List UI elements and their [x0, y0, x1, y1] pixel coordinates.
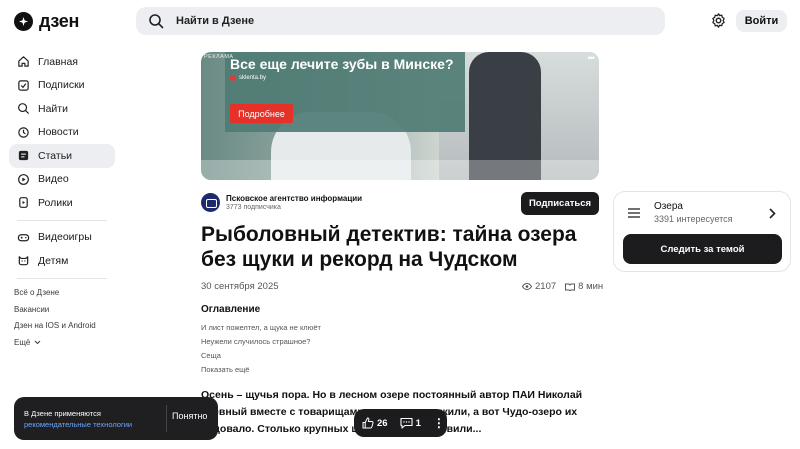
dzen-logo[interactable]: дзен — [14, 11, 79, 32]
likes-count: 26 — [377, 417, 388, 429]
sidebar-item-videogames[interactable]: Видеоигры — [9, 226, 115, 250]
search-input[interactable] — [176, 15, 576, 27]
publisher-subscribers: 3773 подписчика — [226, 204, 281, 211]
kids-icon — [18, 256, 29, 266]
sidebar-item-label: Найти — [38, 102, 68, 115]
cookie-divider — [166, 405, 167, 432]
article-title: Рыболовный детектив: тайна озера без щук… — [201, 223, 577, 271]
comments-count: 1 — [415, 417, 421, 429]
thumbs-up-icon — [362, 417, 374, 429]
eye-icon — [522, 283, 532, 290]
gamepad-icon — [17, 233, 30, 242]
link-mobile-apps[interactable]: Дзен на IOS и Android — [14, 318, 115, 335]
chevron-down-icon — [34, 340, 41, 345]
toc-item[interactable]: И лист пожелтел, а щука не клюёт — [201, 320, 321, 334]
video-icon — [18, 173, 29, 185]
sidebar-item-shorts[interactable]: Ролики — [9, 191, 115, 215]
cookie-text: В Дзене применяются рекомендательные тех… — [24, 408, 132, 430]
toc-item[interactable]: Сеща — [201, 348, 321, 362]
link-more-label: Ещё — [14, 337, 31, 347]
sidebar-item-video[interactable]: Видео — [9, 168, 115, 192]
subscribe-button[interactable]: Подписаться — [521, 192, 599, 215]
ad-more-options-icon[interactable]: ••• — [588, 53, 596, 63]
article-meta: 2107 8 мин — [522, 281, 603, 292]
sidebar-item-label: Видео — [38, 173, 69, 186]
ad-title: Все еще лечите зубы в Минске? — [230, 56, 454, 72]
publisher-name: Псковское агентство информации — [226, 194, 363, 203]
read-time: 8 мин — [565, 281, 603, 292]
sidebar-divider — [17, 277, 107, 279]
sidebar-item-label: Новости — [38, 126, 79, 139]
login-button[interactable]: Войти — [736, 10, 787, 32]
cookie-recommendations-link[interactable]: рекомендательные технологии — [24, 419, 132, 430]
ad-source: sklenta.by — [230, 75, 266, 81]
sidebar-item-kids[interactable]: Детям — [9, 249, 115, 273]
chevron-right-icon[interactable] — [768, 208, 776, 219]
sidebar-item-subscriptions[interactable]: Подписки — [9, 74, 115, 98]
footer-links: Всё о Дзене Вакансии Дзен на IOS и Andro… — [9, 285, 115, 351]
toc-show-more[interactable]: Показать ещё — [201, 362, 321, 376]
ad-banner[interactable]: РЕКЛАМА Все еще лечите зубы в Минске? sk… — [201, 52, 599, 180]
search-icon — [149, 14, 164, 29]
logo-text: дзен — [39, 11, 80, 31]
topic-followers: 3391 интересуется — [654, 214, 733, 224]
sidebar-item-label: Видеоигры — [38, 231, 92, 244]
settings-gear-icon[interactable] — [710, 12, 727, 29]
cookie-accept-button[interactable]: Понятно — [172, 411, 207, 421]
ad-source-label: sklenta.by — [239, 75, 267, 81]
views-counter: 2107 — [522, 281, 556, 292]
topic-card: Озера 3391 интересуется Следить за темой — [613, 191, 791, 272]
sidebar-item-label: Детям — [38, 254, 69, 267]
like-button[interactable]: 26 — [362, 417, 388, 429]
comments-button[interactable]: 1 — [400, 417, 421, 429]
dzen-logo-icon — [14, 12, 33, 31]
link-vacancies[interactable]: Вакансии — [14, 301, 115, 318]
link-about-dzen[interactable]: Всё о Дзене — [14, 285, 115, 302]
ad-cta-button[interactable]: Подробнее — [230, 104, 293, 123]
sidebar-item-home[interactable]: Главная — [9, 50, 115, 74]
search-icon — [18, 103, 30, 115]
article-action-bar: 26 1 ⋮ — [354, 409, 447, 437]
news-icon — [18, 127, 29, 138]
sidebar-item-label: Подписки — [38, 79, 85, 92]
ad-source-logo-icon — [230, 75, 236, 81]
sidebar-divider — [17, 219, 107, 221]
sidebar-item-news[interactable]: Новости — [9, 121, 115, 145]
sidebar-item-label: Главная — [38, 55, 78, 68]
views-count: 2107 — [535, 281, 557, 292]
sidebar-item-label: Статьи — [38, 149, 73, 162]
shorts-icon — [19, 197, 28, 209]
sidebar-item-articles[interactable]: Статьи — [9, 144, 115, 168]
cookie-banner: В Дзене применяются рекомендательные тех… — [14, 397, 218, 440]
publisher-avatar — [201, 193, 220, 212]
ad-bottom-strip — [201, 160, 599, 180]
book-icon — [565, 283, 576, 291]
link-more[interactable]: Ещё — [14, 334, 115, 351]
toc-item[interactable]: Неужели случилось страшное? — [201, 334, 321, 348]
comment-icon — [400, 417, 413, 429]
articles-icon — [18, 151, 29, 161]
article-date: 30 сентября 2025 — [201, 281, 279, 292]
cookie-line: В Дзене применяются — [24, 409, 101, 418]
more-options-icon[interactable]: ⋮ — [433, 417, 445, 429]
sidebar-item-label: Ролики — [38, 196, 73, 209]
sidebar-item-find[interactable]: Найти — [9, 97, 115, 121]
sidebar: Главная Подписки Найти Новости Статьи Ви… — [9, 50, 115, 351]
article-body-line: Осень – щучья пора. Но в лесном озере по… — [201, 389, 583, 401]
follow-topic-button[interactable]: Следить за темой — [623, 234, 782, 264]
table-of-contents: И лист пожелтел, а щука не клюёт Неужели… — [201, 320, 321, 376]
toc-heading: Оглавление — [201, 304, 261, 315]
publisher-info[interactable]: Псковское агентство информации 3773 подп… — [201, 193, 362, 212]
home-icon — [18, 56, 29, 67]
topic-name[interactable]: Озера — [654, 201, 683, 212]
menu-lines-icon — [628, 208, 640, 218]
subscriptions-icon — [18, 80, 29, 91]
search-bar[interactable] — [136, 7, 665, 35]
read-time-label: 8 мин — [578, 281, 604, 292]
